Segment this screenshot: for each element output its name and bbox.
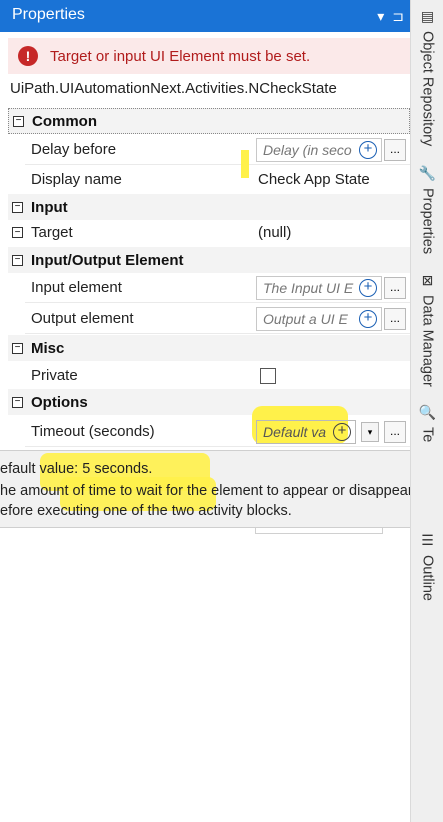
prop-label: Output element <box>31 310 134 327</box>
tab-data-manager[interactable]: ⊠ Data Manager <box>415 272 440 387</box>
collapse-icon[interactable]: − <box>12 201 23 213</box>
prop-row-delay-before: Delay before Delay (in seco + ... <box>25 135 410 165</box>
section-options[interactable]: − Options <box>8 389 410 415</box>
add-argument-icon[interactable]: + <box>359 279 377 297</box>
field-placeholder: Default va <box>263 424 327 440</box>
collapse-icon[interactable]: − <box>12 227 23 238</box>
prop-row-input-element: Input element The Input UI E + ... <box>25 273 410 303</box>
timeout-input[interactable]: Default va + <box>256 420 356 444</box>
repository-icon: ▤ <box>420 8 435 24</box>
tooltip-line-2: he amount of time to wait for the elemen… <box>0 483 416 499</box>
tab-label: Object Repository <box>419 31 436 147</box>
tooltip-line-1: efault value: 5 seconds. <box>0 461 153 477</box>
panel-titlebar: Properties ▾ ⊐ <box>0 0 410 32</box>
section-label: Misc <box>31 339 65 357</box>
section-label: Common <box>32 112 97 130</box>
tab-label: Data Manager <box>419 295 436 387</box>
field-placeholder: Delay (in seco <box>263 142 352 158</box>
panel-title: Properties <box>12 6 85 23</box>
tab-label: Outline <box>419 555 436 601</box>
section-label: Options <box>31 393 88 411</box>
section-common[interactable]: − Common <box>8 108 410 134</box>
error-banner: ! Target or input UI Element must be set… <box>8 38 410 74</box>
ellipsis-button[interactable]: ... <box>384 308 406 330</box>
prop-label: Input element <box>31 279 122 296</box>
add-argument-icon[interactable]: + <box>359 310 377 328</box>
prop-row-output-element: Output element Output a UI E + ... <box>25 304 410 334</box>
add-argument-icon[interactable]: + <box>333 423 351 441</box>
data-manager-icon: ⊠ <box>421 272 434 288</box>
tooltip-line-3: efore executing one of the two activity … <box>0 503 292 519</box>
collapse-icon[interactable]: − <box>12 254 23 266</box>
tab-object-repository[interactable]: ▤ Object Repository <box>415 8 440 146</box>
field-placeholder: Output a UI E <box>263 311 348 327</box>
prop-row-display-name: Display name Check App State <box>25 165 410 195</box>
chevron-down-icon[interactable]: ▾ <box>361 422 379 442</box>
ellipsis-button[interactable]: ... <box>384 139 406 161</box>
section-io-element[interactable]: − Input/Output Element <box>8 247 410 273</box>
wrench-icon: 🔧 <box>418 165 437 181</box>
search-icon: 🔍 <box>418 404 437 420</box>
prop-label: Private <box>31 367 78 384</box>
hidden-field-edge <box>255 528 383 534</box>
output-element-field[interactable]: Output a UI E + <box>256 307 382 331</box>
ellipsis-button[interactable]: ... <box>384 421 406 443</box>
tab-properties[interactable]: 🔧 Properties <box>415 165 440 254</box>
tab-outline[interactable]: ☰ Outline <box>415 532 440 601</box>
properties-panel: Properties ▾ ⊐ ! Target or input UI Elem… <box>0 0 410 822</box>
pin-icon[interactable]: ⊐ <box>392 8 404 25</box>
tab-label: Te <box>419 427 436 443</box>
property-tooltip: efault value: 5 seconds. he amount of ti… <box>0 450 443 528</box>
section-misc[interactable]: − Misc <box>8 335 410 361</box>
field-placeholder: The Input UI E <box>263 280 354 296</box>
private-checkbox[interactable] <box>260 368 276 384</box>
section-input[interactable]: − Input <box>8 194 410 220</box>
error-message: Target or input UI Element must be set. <box>50 47 311 65</box>
tab-label: Properties <box>419 188 436 255</box>
prop-label: Delay before <box>31 141 117 158</box>
input-element-field[interactable]: The Input UI E + <box>256 276 382 300</box>
tab-te[interactable]: 🔍 Te <box>415 404 440 442</box>
delay-before-input[interactable]: Delay (in seco + <box>256 138 382 162</box>
display-name-value[interactable]: Check App State <box>258 171 370 188</box>
collapse-icon[interactable]: − <box>12 396 23 408</box>
target-value[interactable]: (null) <box>258 224 291 241</box>
collapse-icon[interactable]: − <box>12 342 23 354</box>
add-argument-icon[interactable]: + <box>359 141 377 159</box>
panel-menu-dropdown-icon[interactable]: ▾ <box>377 8 384 25</box>
section-label: Input <box>31 198 68 216</box>
side-tab-rail: ▤ Object Repository 🔧 Properties ⊠ Data … <box>410 0 443 822</box>
prop-label: Timeout (seconds) <box>31 423 155 440</box>
prop-label: Display name <box>31 171 122 188</box>
outline-icon: ☰ <box>421 532 434 548</box>
prop-row-target: − Target (null) <box>8 218 410 248</box>
error-icon: ! <box>18 46 38 66</box>
collapse-icon[interactable]: − <box>13 115 24 127</box>
prop-row-private: Private <box>25 361 410 391</box>
section-label: Input/Output Element <box>31 251 184 269</box>
ellipsis-button[interactable]: ... <box>384 277 406 299</box>
prop-row-timeout: Timeout (seconds) Default va + ▾ ... <box>25 417 410 447</box>
prop-label: Target <box>31 224 73 241</box>
activity-type-name: UiPath.UIAutomationNext.Activities.NChec… <box>10 80 337 97</box>
